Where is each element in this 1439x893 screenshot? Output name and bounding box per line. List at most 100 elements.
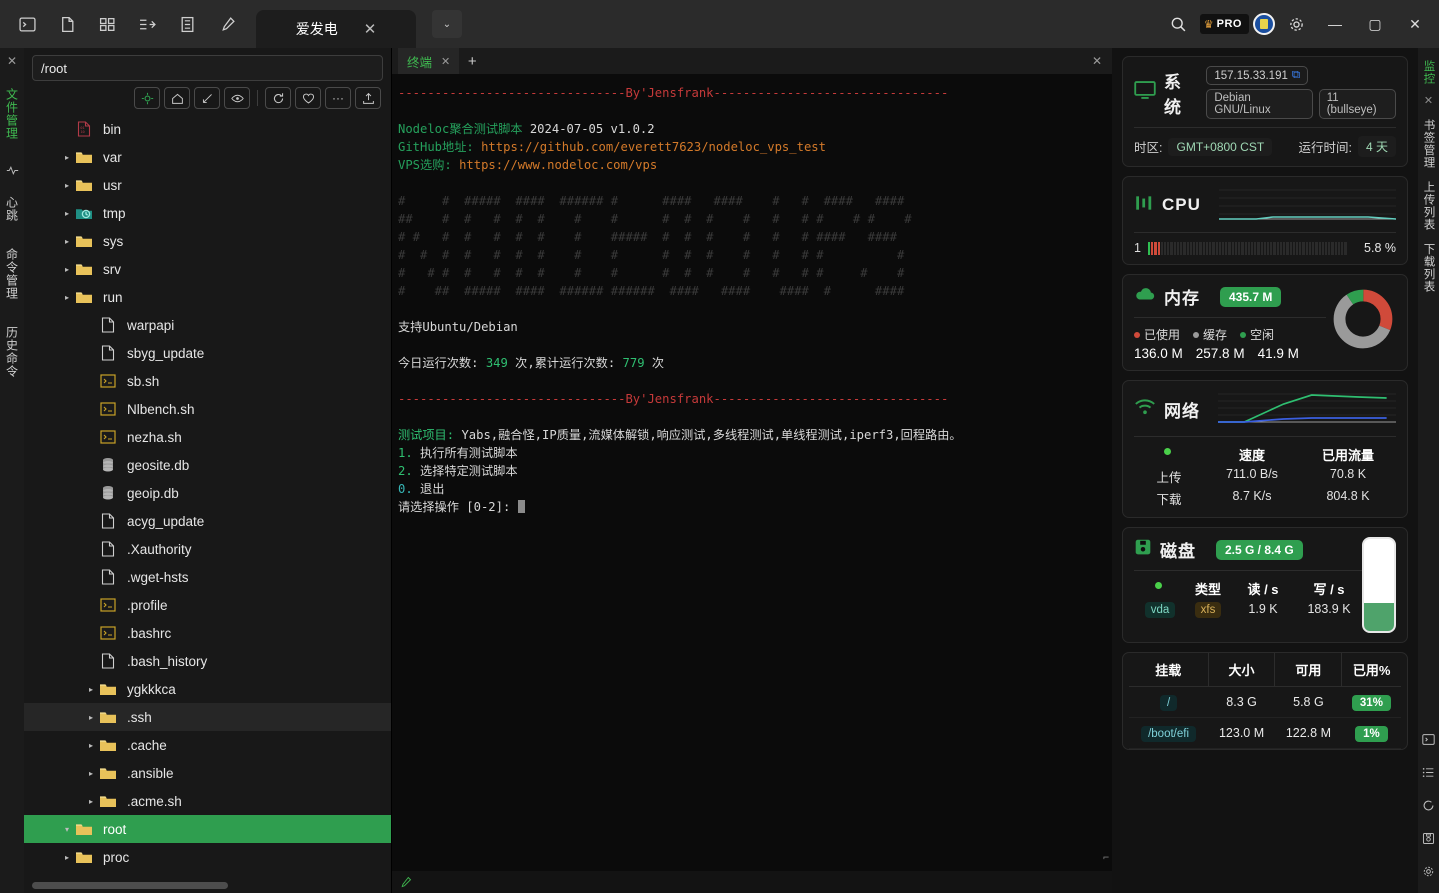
file-tree[interactable]: ▸0110bin▸var▸usr▸tmp▸sys▸srv▸run▸warpapi…: [24, 115, 391, 893]
save-icon[interactable]: [1422, 832, 1435, 848]
close-icon[interactable]: ✕: [441, 55, 450, 68]
window-tab[interactable]: 爱发电 ✕: [256, 10, 416, 48]
tree-item-.ssh[interactable]: ▸ .ssh: [24, 703, 391, 731]
tree-item-sbyg_update[interactable]: ▸ sbyg_update: [24, 339, 391, 367]
chevron-right-icon[interactable]: ▸: [60, 293, 74, 302]
upload-button[interactable]: [355, 87, 381, 109]
rail-tab-command-manage[interactable]: 命令管理: [2, 238, 23, 310]
chevron-right-icon[interactable]: ▸: [84, 685, 98, 694]
list-icon[interactable]: [1422, 766, 1435, 782]
tree-item-.wget-hsts[interactable]: ▸ .wget-hsts: [24, 563, 391, 591]
tree-item-sb.sh[interactable]: ▸ sb.sh: [24, 367, 391, 395]
chevron-right-icon[interactable]: ▸: [60, 181, 74, 190]
show-hidden-button[interactable]: [224, 87, 250, 109]
locate-button[interactable]: [134, 87, 160, 109]
list-icon[interactable]: [168, 5, 206, 43]
tree-item-warpapi[interactable]: ▸ warpapi: [24, 311, 391, 339]
tree-item-.bash_history[interactable]: ▸ .bash_history: [24, 647, 391, 675]
tree-item-acyg_update[interactable]: ▸ acyg_update: [24, 507, 391, 535]
rail-tab-history-command[interactable]: 历史命令: [2, 316, 23, 388]
table-row[interactable]: /boot/efi 123.0 M 122.8 M 1%: [1129, 717, 1401, 749]
tree-item-.ansible[interactable]: ▸ .ansible: [24, 759, 391, 787]
chevron-right-icon[interactable]: ▸: [84, 601, 98, 610]
chevron-right-icon[interactable]: ▸: [84, 573, 98, 582]
chevron-right-icon[interactable]: ▸: [60, 153, 74, 162]
chevron-right-icon[interactable]: ▸: [84, 405, 98, 414]
tree-item-geosite.db[interactable]: ▸ geosite.db: [24, 451, 391, 479]
new-file-icon[interactable]: [48, 5, 86, 43]
chevron-right-icon[interactable]: ▸: [84, 545, 98, 554]
path-input[interactable]: [32, 55, 383, 81]
tree-item-usr[interactable]: ▸ usr: [24, 171, 391, 199]
chevron-right-icon[interactable]: ▸: [84, 657, 98, 666]
close-icon[interactable]: ✕: [1424, 94, 1433, 107]
rail-tab-download-list[interactable]: 下载列表: [1420, 237, 1438, 299]
tree-item-bin[interactable]: ▸0110 bin: [24, 115, 391, 143]
chevron-right-icon[interactable]: ▸: [60, 125, 74, 134]
tree-item-var[interactable]: ▸ var: [24, 143, 391, 171]
chevron-right-icon[interactable]: ▸: [84, 517, 98, 526]
terminal-output[interactable]: -------------------------------By'Jensfr…: [392, 74, 1112, 871]
split-layout-icon[interactable]: [88, 5, 126, 43]
collapse-button[interactable]: [194, 87, 220, 109]
chevron-down-icon[interactable]: ▾: [60, 825, 74, 834]
chevron-right-icon[interactable]: ▸: [60, 853, 74, 862]
chevron-right-icon[interactable]: ▸: [84, 769, 98, 778]
minimize-button[interactable]: —: [1317, 7, 1353, 41]
tree-item-geoip.db[interactable]: ▸ geoip.db: [24, 479, 391, 507]
search-icon[interactable]: [1162, 7, 1196, 41]
tree-item-sys[interactable]: ▸ sys: [24, 227, 391, 255]
chevron-right-icon[interactable]: ▸: [84, 741, 98, 750]
terminal-icon[interactable]: [1422, 733, 1435, 749]
app-logo[interactable]: [1253, 13, 1275, 35]
tree-item-root[interactable]: ▾ root: [24, 815, 391, 843]
tree-item-.acme.sh[interactable]: ▸ .acme.sh: [24, 787, 391, 815]
add-terminal-tab-button[interactable]: +: [459, 53, 485, 70]
rail-tab-monitor[interactable]: 监控: [1420, 54, 1438, 91]
chevron-right-icon[interactable]: ▸: [60, 209, 74, 218]
close-icon[interactable]: ✕: [7, 54, 17, 68]
tree-item-ygkkkca[interactable]: ▸ ygkkkca: [24, 675, 391, 703]
tools-icon[interactable]: [208, 5, 246, 43]
copy-icon[interactable]: ⧉: [1292, 69, 1300, 82]
chevron-right-icon[interactable]: ▸: [84, 489, 98, 498]
chevron-right-icon[interactable]: ▸: [84, 461, 98, 470]
tree-item-tmp[interactable]: ▸ tmp: [24, 199, 391, 227]
gear-icon[interactable]: [1279, 7, 1313, 41]
chevron-right-icon[interactable]: ▸: [84, 629, 98, 638]
chevron-right-icon[interactable]: ▸: [84, 433, 98, 442]
terminal-tab[interactable]: 终端 ✕: [398, 48, 460, 74]
tree-item-.cache[interactable]: ▸ .cache: [24, 731, 391, 759]
resize-handle[interactable]: ⌐: [1103, 850, 1109, 868]
indent-icon[interactable]: [128, 5, 166, 43]
table-row[interactable]: /8.3 G 5.8 G 31%: [1129, 686, 1401, 718]
chevron-down-icon[interactable]: ⌄: [432, 10, 462, 38]
chevron-right-icon[interactable]: ▸: [60, 265, 74, 274]
tree-item-.profile[interactable]: ▸ .profile: [24, 591, 391, 619]
close-terminal-panel-button[interactable]: ✕: [1092, 54, 1112, 68]
tree-item-.bashrc[interactable]: ▸ .bashrc: [24, 619, 391, 647]
refresh-icon[interactable]: [1422, 799, 1435, 815]
close-window-button[interactable]: ✕: [1397, 7, 1433, 41]
chevron-right-icon[interactable]: ▸: [60, 237, 74, 246]
chevron-right-icon[interactable]: ▸: [84, 321, 98, 330]
chevron-right-icon[interactable]: ▸: [84, 349, 98, 358]
favorite-button[interactable]: [295, 87, 321, 109]
rail-tab-bookmarks[interactable]: 书签管理: [1420, 113, 1438, 175]
tree-item-proc[interactable]: ▸ proc: [24, 843, 391, 871]
tree-item-Nlbench.sh[interactable]: ▸ Nlbench.sh: [24, 395, 391, 423]
more-button[interactable]: ···: [325, 87, 351, 109]
chevron-right-icon[interactable]: ▸: [84, 713, 98, 722]
pro-badge[interactable]: ♛ PRO: [1199, 14, 1249, 34]
rail-tab-heartbeat[interactable]: 心跳: [2, 186, 23, 232]
tree-item-.Xauthority[interactable]: ▸ .Xauthority: [24, 535, 391, 563]
tree-item-run[interactable]: ▸ run: [24, 283, 391, 311]
rail-tab-upload-list[interactable]: 上传列表: [1420, 175, 1438, 237]
close-icon[interactable]: ✕: [364, 22, 377, 37]
chevron-right-icon[interactable]: ▸: [84, 797, 98, 806]
refresh-button[interactable]: [265, 87, 291, 109]
settings-icon[interactable]: [1422, 865, 1435, 881]
chevron-right-icon[interactable]: ▸: [84, 377, 98, 386]
tree-item-nezha.sh[interactable]: ▸ nezha.sh: [24, 423, 391, 451]
ip-chip[interactable]: 157.15.33.191 ⧉: [1206, 66, 1309, 85]
